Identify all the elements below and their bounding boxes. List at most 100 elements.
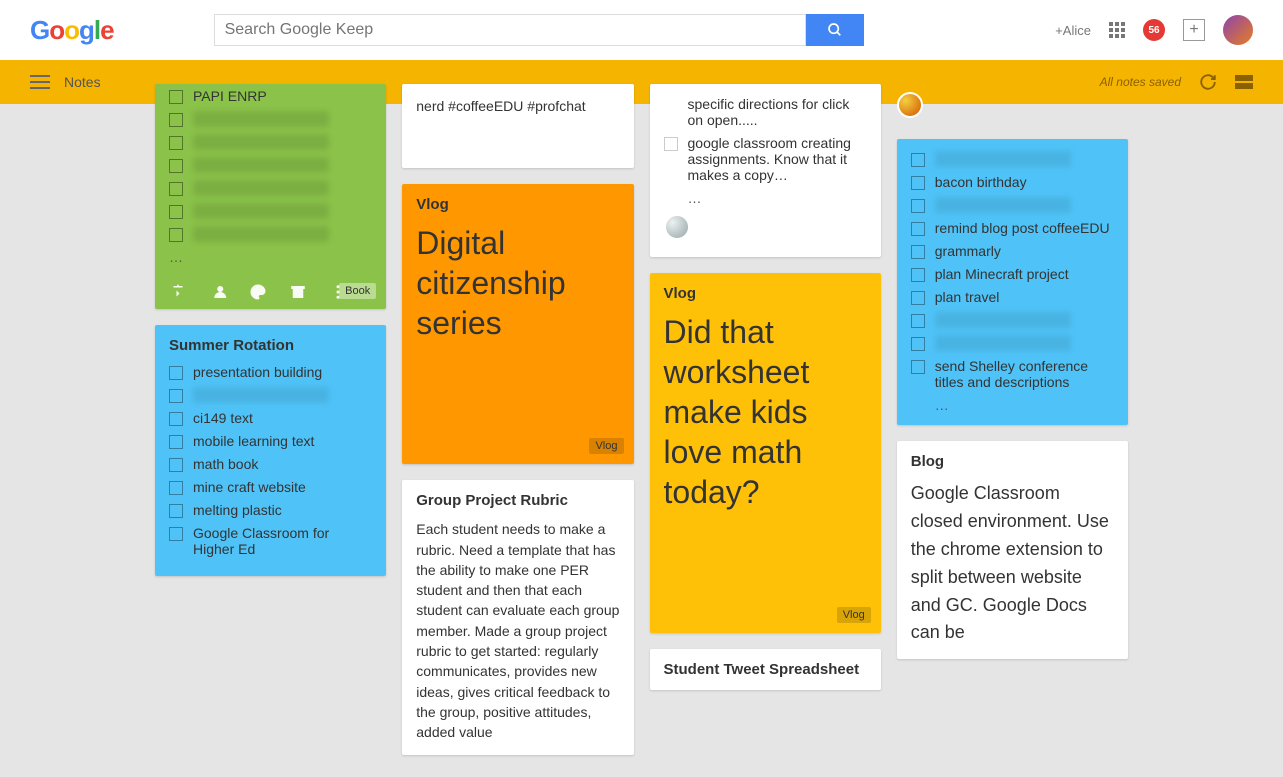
- checkbox[interactable]: [169, 182, 183, 196]
- list-item[interactable]: redacted content here: [169, 180, 372, 196]
- note-todo-blue[interactable]: redacted content here bacon birthday redac…: [897, 139, 1128, 425]
- checkbox[interactable]: [169, 205, 183, 219]
- search-icon: [827, 22, 843, 38]
- reminder-icon[interactable]: [169, 283, 187, 301]
- color-icon[interactable]: [249, 283, 267, 301]
- checkbox[interactable]: [911, 314, 925, 328]
- note-label: Vlog: [664, 285, 867, 302]
- list-item[interactable]: math book: [169, 456, 372, 472]
- list-item[interactable]: melting plastic: [169, 502, 372, 518]
- checkbox[interactable]: [911, 291, 925, 305]
- list-item[interactable]: plan Minecraft project: [911, 266, 1114, 282]
- note-tweet-spreadsheet[interactable]: Student Tweet Spreadsheet: [650, 649, 881, 690]
- list-item[interactable]: redacted content here: [169, 226, 372, 242]
- checkbox[interactable]: [911, 360, 925, 374]
- archive-icon[interactable]: [289, 283, 307, 301]
- checkbox[interactable]: [169, 435, 183, 449]
- checkbox[interactable]: [911, 153, 925, 167]
- refresh-icon[interactable]: [1199, 73, 1217, 91]
- list-item-label: mobile learning text: [193, 433, 314, 449]
- column-3: specific directions for click on open...…: [650, 104, 881, 755]
- note-snippet-top[interactable]: nerd #coffeeEDU #profchat: [402, 84, 633, 168]
- checkbox[interactable]: [169, 136, 183, 150]
- note-green-list[interactable]: PAPI ENRP redacted content here redacted c…: [155, 84, 386, 309]
- list-item[interactable]: redacted content here: [169, 203, 372, 219]
- list-item[interactable]: mobile learning text: [169, 433, 372, 449]
- checkbox[interactable]: [911, 337, 925, 351]
- checkbox[interactable]: [169, 527, 183, 541]
- list-item-label: PAPI ENRP: [193, 88, 267, 104]
- avatar[interactable]: [1223, 15, 1253, 45]
- view-toggle-icon[interactable]: [1235, 75, 1253, 89]
- header-right: +Alice 56 +: [1055, 15, 1253, 45]
- list-item[interactable]: redacted content here: [169, 134, 372, 150]
- user-label[interactable]: +Alice: [1055, 23, 1091, 38]
- list-item[interactable]: remind blog post coffeeEDU: [911, 220, 1114, 236]
- search-button[interactable]: [806, 14, 864, 46]
- checkbox[interactable]: [169, 159, 183, 173]
- note-summer-rotation[interactable]: Summer Rotation presentation buildingred…: [155, 325, 386, 576]
- checkbox[interactable]: [169, 504, 183, 518]
- list-item[interactable]: presentation building: [169, 364, 372, 380]
- checkbox[interactable]: [169, 366, 183, 380]
- share-icon[interactable]: +: [1183, 19, 1205, 41]
- notifications-badge[interactable]: 56: [1143, 19, 1165, 41]
- list-item[interactable]: plan travel: [911, 289, 1114, 305]
- list-item[interactable]: redacted content here: [911, 151, 1114, 167]
- list-item[interactable]: mine craft website: [169, 479, 372, 495]
- list-item-label: redacted content here: [193, 157, 329, 173]
- list-item[interactable]: PAPI ENRP: [169, 88, 372, 104]
- list-item-label: redacted content here: [193, 134, 329, 150]
- checkbox[interactable]: [911, 268, 925, 282]
- apps-icon[interactable]: [1109, 22, 1125, 38]
- list-item[interactable]: redacted content here: [911, 335, 1114, 351]
- notes-grid: PAPI ENRPredacted content hereredacted c…: [0, 104, 1283, 755]
- shared-avatar[interactable]: [897, 92, 923, 118]
- list-item[interactable]: bacon birthday: [911, 174, 1114, 190]
- list-item-label: remind blog post coffeeEDU: [935, 220, 1110, 236]
- search-input[interactable]: [214, 14, 806, 46]
- list-item[interactable]: specific directions for click on open...…: [664, 96, 867, 128]
- note-blog[interactable]: Blog Google Classroom closed environment…: [897, 441, 1128, 659]
- note-tag: Vlog: [589, 438, 623, 454]
- list-item[interactable]: redacted content here: [911, 312, 1114, 328]
- collaborator-icon[interactable]: [209, 283, 227, 301]
- list-item-label: bacon birthday: [935, 174, 1027, 190]
- checkbox[interactable]: [664, 137, 678, 151]
- checkbox[interactable]: [169, 389, 183, 403]
- checkbox[interactable]: [169, 90, 183, 104]
- column-2: nerd #coffeeEDU #profchat Vlog Digital c…: [402, 104, 633, 755]
- checkbox[interactable]: [169, 113, 183, 127]
- checkbox[interactable]: [169, 228, 183, 242]
- list-item[interactable]: redacted content here: [169, 387, 372, 403]
- list-item[interactable]: google classroom creating assignments. K…: [664, 135, 867, 183]
- note-title: Blog: [911, 453, 1114, 470]
- more-indicator: …: [169, 249, 372, 265]
- list-item-label: mine craft website: [193, 479, 306, 495]
- list-item[interactable]: redacted content here: [169, 157, 372, 173]
- list-item[interactable]: redacted content here: [169, 111, 372, 127]
- checkbox[interactable]: [169, 481, 183, 495]
- checkbox[interactable]: [911, 176, 925, 190]
- note-classroom-snippet[interactable]: specific directions for click on open...…: [650, 84, 881, 257]
- list-item-label: redacted content here: [193, 111, 329, 127]
- google-logo: Google: [30, 15, 114, 46]
- checkbox[interactable]: [911, 222, 925, 236]
- list-item[interactable]: ci149 text: [169, 410, 372, 426]
- note-vlog-yellow[interactable]: Vlog Did that worksheet make kids love m…: [650, 273, 881, 633]
- note-rubric[interactable]: Group Project Rubric Each student needs …: [402, 480, 633, 754]
- list-item[interactable]: redacted content here: [911, 197, 1114, 213]
- menu-icon[interactable]: [30, 75, 50, 89]
- checkbox[interactable]: [911, 245, 925, 259]
- list-item[interactable]: send Shelley conference titles and descr…: [911, 358, 1114, 390]
- note-body: Google Classroom closed environment. Use…: [911, 480, 1114, 647]
- list-item[interactable]: grammarly: [911, 243, 1114, 259]
- checkbox[interactable]: [169, 412, 183, 426]
- checkbox[interactable]: [911, 199, 925, 213]
- list-item[interactable]: Google Classroom for Higher Ed: [169, 525, 372, 557]
- checkbox[interactable]: [169, 458, 183, 472]
- more-icon[interactable]: [329, 283, 347, 301]
- shared-avatar[interactable]: [664, 214, 690, 240]
- note-vlog-orange[interactable]: Vlog Digital citizenship series Vlog: [402, 184, 633, 464]
- list-item-label: redacted content here: [193, 226, 329, 242]
